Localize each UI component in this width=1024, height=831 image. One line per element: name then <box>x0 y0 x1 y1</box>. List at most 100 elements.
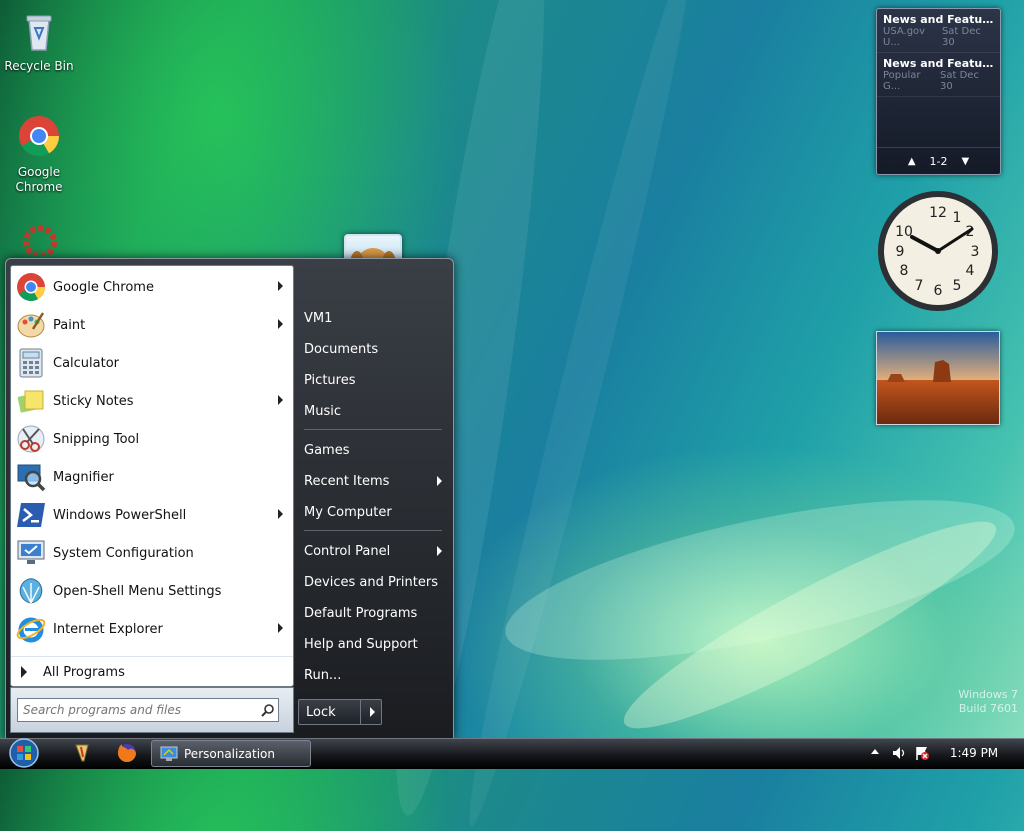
program-system-configuration[interactable]: System Configuration <box>11 534 293 572</box>
news-prev-button[interactable]: ▲ <box>908 156 916 167</box>
news-item[interactable]: News and Feature... Popular G... Sat Dec… <box>877 53 1000 97</box>
right-item-label: Music <box>304 403 341 419</box>
show-hidden-icons-button[interactable] <box>871 749 879 754</box>
lock-options-arrow-icon[interactable] <box>370 707 375 717</box>
desktop-icon-label: Google Chrome <box>15 165 63 194</box>
program-magnifier[interactable]: Magnifier <box>11 458 293 496</box>
news-date: Sat Dec 30 <box>941 26 981 48</box>
program-sticky-notes[interactable]: Sticky Notes <box>11 382 293 420</box>
program-label: Magnifier <box>53 469 114 485</box>
program-internet-explorer[interactable]: Internet Explorer <box>11 610 293 648</box>
paint-icon <box>17 312 45 338</box>
system-configuration-icon <box>17 540 45 564</box>
windows-watermark: Windows 7 Build 7601 <box>958 688 1018 716</box>
program-google-chrome[interactable]: Google Chrome <box>11 268 293 306</box>
slideshow-gadget[interactable] <box>876 331 1000 425</box>
program-label: Google Chrome <box>53 279 154 295</box>
desktop-icon-recycle-bin[interactable]: Recycle Bin <box>4 8 74 73</box>
snipping-tool-icon <box>17 425 45 453</box>
program-label: Paint <box>53 317 86 333</box>
right-item-recent-items[interactable]: Recent Items <box>304 468 448 494</box>
recycle-bin-icon <box>26 15 52 51</box>
right-item-vm1[interactable]: VM1 <box>304 305 448 331</box>
program-snipping-tool[interactable]: Snipping Tool <box>11 420 293 458</box>
program-label: Sticky Notes <box>53 393 134 409</box>
calculator-icon <box>19 348 43 378</box>
action-center-flag-icon[interactable] <box>914 745 930 761</box>
program-label: Windows PowerShell <box>53 507 187 523</box>
submenu-arrow-icon <box>278 395 283 405</box>
svg-text:4: 4 <box>966 263 975 279</box>
right-item-pictures[interactable]: Pictures <box>304 367 448 393</box>
lock-button[interactable]: Lock <box>298 699 382 725</box>
svg-text:7: 7 <box>915 278 924 294</box>
program-label: Open-Shell Menu Settings <box>53 583 222 599</box>
right-item-music[interactable]: Music <box>304 398 448 424</box>
svg-text:5: 5 <box>953 278 962 294</box>
taskbar-button-personalization[interactable]: Personalization <box>151 740 311 767</box>
desert-photo <box>877 332 999 424</box>
news-source: USA.gov U... <box>883 26 926 48</box>
news-pager: ▲ 1-2 ▼ <box>877 147 1000 174</box>
right-item-games[interactable]: Games <box>304 437 448 463</box>
chrome-icon <box>19 116 59 156</box>
news-gadget[interactable]: News and Features f... USA.gov U... Sat … <box>876 8 1001 175</box>
right-item-help-and-support[interactable]: Help and Support <box>304 631 448 657</box>
news-source: Popular G... <box>883 70 921 92</box>
right-item-label: Run... <box>304 667 342 683</box>
program-windows-powershell[interactable]: Windows PowerShell <box>11 496 293 534</box>
desktop-icon-label: Recycle Bin <box>4 59 74 73</box>
submenu-arrow-icon <box>278 509 283 519</box>
submenu-arrow-icon <box>278 623 283 633</box>
program-open-shell-menu-settings[interactable]: Open-Shell Menu Settings <box>11 572 293 610</box>
volume-icon[interactable] <box>891 745 907 761</box>
clock-gadget[interactable]: 1212 345 678 910 <box>876 189 1000 313</box>
svg-text:8: 8 <box>900 263 909 279</box>
desktop-icon-google-chrome[interactable]: Google Chrome <box>4 114 74 195</box>
taskbar-button-label: Personalization <box>184 746 275 761</box>
right-item-default-programs[interactable]: Default Programs <box>304 600 448 626</box>
all-programs-button[interactable]: All Programs <box>11 656 293 687</box>
right-item-control-panel[interactable]: Control Panel <box>304 538 448 564</box>
lock-label: Lock <box>306 704 336 720</box>
news-next-button[interactable]: ▼ <box>961 156 969 167</box>
split-divider <box>360 700 361 724</box>
right-item-label: Recent Items <box>304 473 390 489</box>
divider <box>304 530 442 531</box>
right-item-label: Games <box>304 442 350 458</box>
right-item-my-computer[interactable]: My Computer <box>304 499 448 525</box>
quick-launch-paint-icon[interactable] <box>72 743 92 763</box>
right-item-label: Control Panel <box>304 543 391 559</box>
search-icon[interactable] <box>261 703 275 717</box>
right-item-label: Help and Support <box>304 636 418 652</box>
program-label: Snipping Tool <box>53 431 140 447</box>
news-item[interactable]: News and Features f... USA.gov U... Sat … <box>877 9 1000 53</box>
news-page-indicator: 1-2 <box>929 154 948 168</box>
svg-text:12: 12 <box>929 205 947 221</box>
program-label: Internet Explorer <box>53 621 163 637</box>
program-label: System Configuration <box>53 545 194 561</box>
all-programs-label: All Programs <box>43 664 125 680</box>
program-paint[interactable]: Paint <box>11 306 293 344</box>
news-title: News and Feature... <box>883 57 994 70</box>
submenu-arrow-icon <box>278 319 283 329</box>
right-item-label: VM1 <box>304 310 333 326</box>
svg-text:9: 9 <box>896 244 905 260</box>
search-box[interactable] <box>17 698 279 722</box>
submenu-arrow-icon <box>437 476 442 486</box>
news-title: News and Features f... <box>883 13 994 26</box>
taskbar-clock[interactable]: 1:49 PM <box>934 740 1014 766</box>
news-meta: Popular G... Sat Dec 30 <box>883 70 994 92</box>
start-orb-icon[interactable] <box>6 737 42 768</box>
gear-icon <box>23 225 57 256</box>
right-item-documents[interactable]: Documents <box>304 336 448 362</box>
search-input[interactable] <box>18 702 255 718</box>
program-calculator[interactable]: Calculator <box>11 344 293 382</box>
right-item-run[interactable]: Run... <box>304 662 448 688</box>
firefox-icon[interactable] <box>116 742 138 764</box>
programs-pane: Google Chrome Paint Calculator Sticky No… <box>10 265 294 687</box>
right-item-devices-and-printers[interactable]: Devices and Printers <box>304 569 448 595</box>
news-date: Sat Dec 30 <box>940 70 979 92</box>
watermark-line: Build 7601 <box>958 702 1018 715</box>
submenu-arrow-icon <box>437 546 442 556</box>
